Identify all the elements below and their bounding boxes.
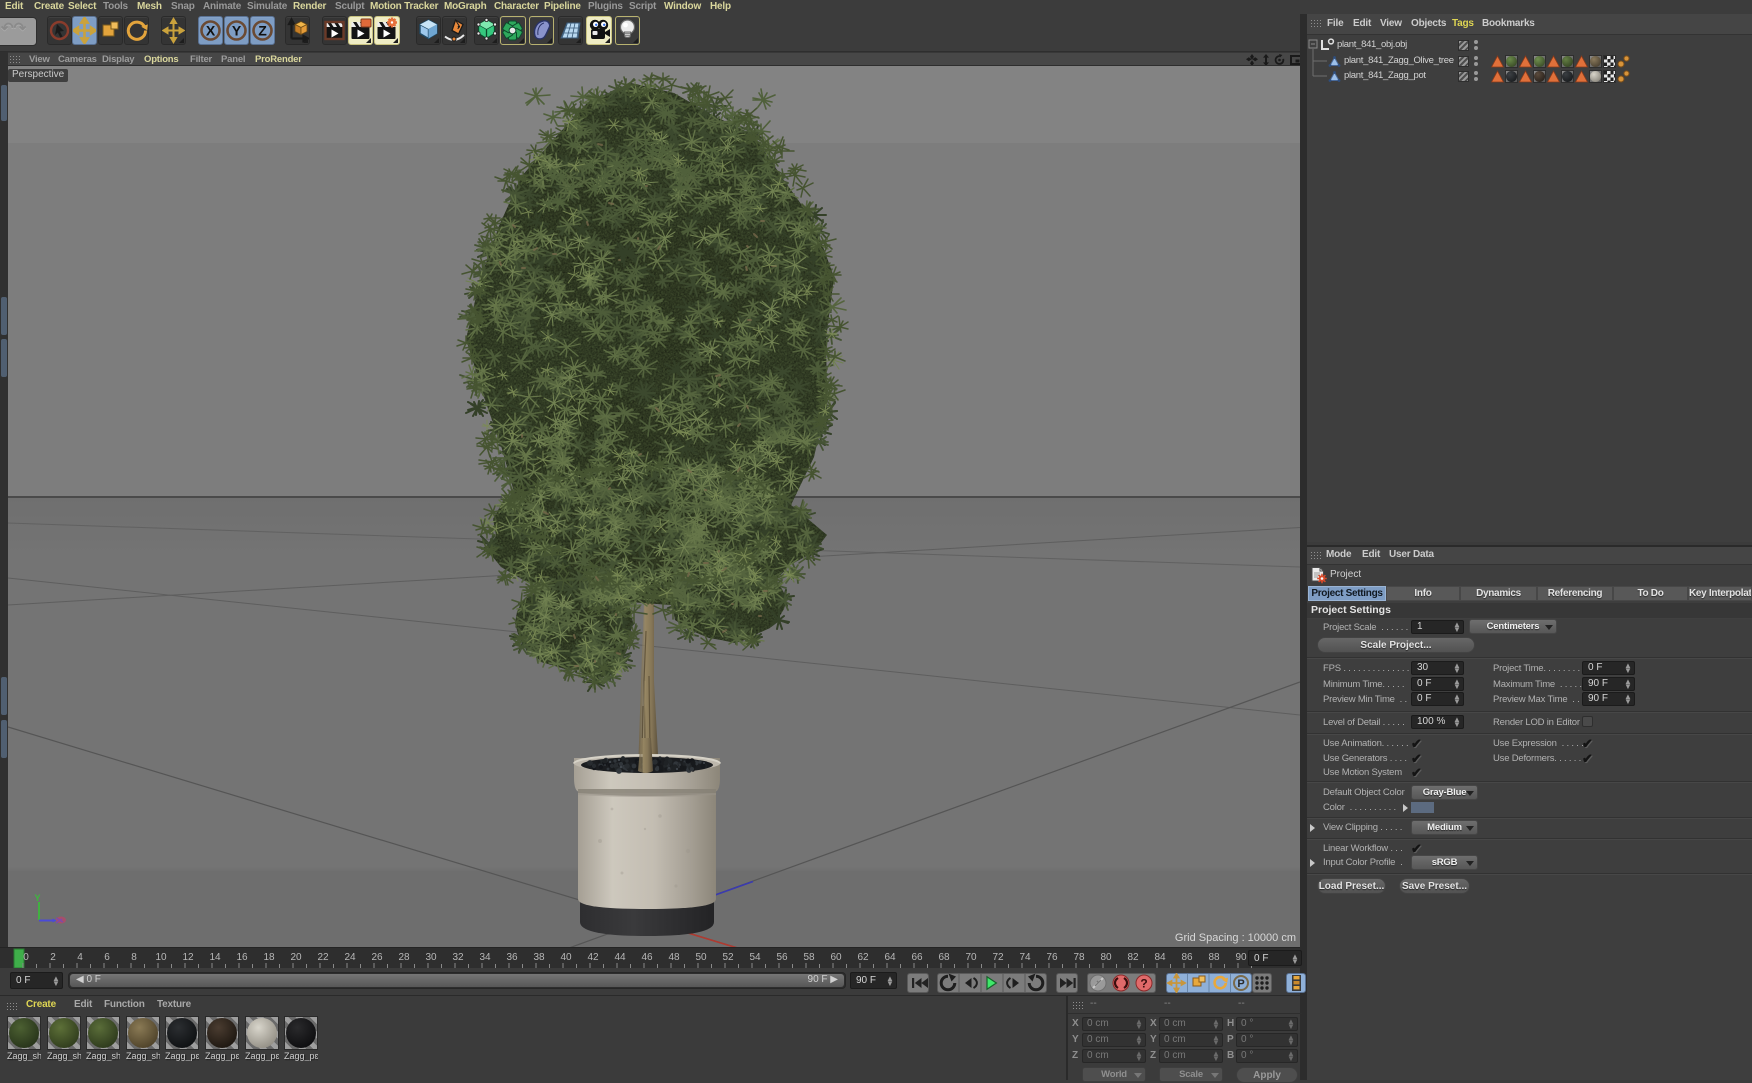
svg-text:72: 72 [992,952,1004,963]
svg-text:0: 0 [23,952,29,963]
svg-text:24: 24 [344,952,356,963]
svg-text:2: 2 [50,952,56,963]
svg-text:52: 52 [722,952,734,963]
svg-text:66: 66 [911,952,923,963]
svg-text:46: 46 [641,952,653,963]
svg-text:26: 26 [371,952,383,963]
svg-text:76: 76 [1046,952,1058,963]
svg-text:18: 18 [263,952,275,963]
svg-text:4: 4 [77,952,83,963]
svg-text:14: 14 [209,952,221,963]
svg-text:68: 68 [938,952,950,963]
svg-text:48: 48 [668,952,680,963]
svg-text:58: 58 [803,952,815,963]
svg-text:54: 54 [749,952,761,963]
svg-text:86: 86 [1181,952,1193,963]
svg-text:44: 44 [614,952,626,963]
svg-text:6: 6 [104,952,110,963]
svg-text:84: 84 [1154,952,1166,963]
svg-text:20: 20 [290,952,302,963]
svg-text:82: 82 [1127,952,1139,963]
svg-text:50: 50 [695,952,707,963]
svg-text:32: 32 [452,952,464,963]
svg-text:70: 70 [965,952,977,963]
svg-text:74: 74 [1019,952,1031,963]
svg-text:90: 90 [1235,952,1247,963]
svg-text:60: 60 [830,952,842,963]
svg-text:80: 80 [1100,952,1112,963]
svg-text:34: 34 [479,952,491,963]
svg-text:36: 36 [506,952,518,963]
svg-text:Z: Z [258,23,267,39]
svg-text:56: 56 [776,952,788,963]
svg-text:8: 8 [131,952,137,963]
svg-text:10: 10 [155,952,167,963]
svg-text:40: 40 [560,952,572,963]
svg-text:28: 28 [398,952,410,963]
svg-text:64: 64 [884,952,896,963]
svg-text:16: 16 [236,952,248,963]
svg-text:Y: Y [232,23,242,39]
svg-text:78: 78 [1073,952,1085,963]
svg-text:30: 30 [425,952,437,963]
svg-text:Y: Y [35,893,41,903]
svg-text:88: 88 [1208,952,1220,963]
svg-text:?: ? [1140,977,1147,991]
svg-text:12: 12 [182,952,194,963]
svg-text:38: 38 [533,952,545,963]
svg-text:22: 22 [317,952,329,963]
svg-text:P: P [1237,978,1244,990]
svg-text:X: X [206,23,216,39]
svg-text:62: 62 [857,952,869,963]
svg-text:42: 42 [587,952,599,963]
